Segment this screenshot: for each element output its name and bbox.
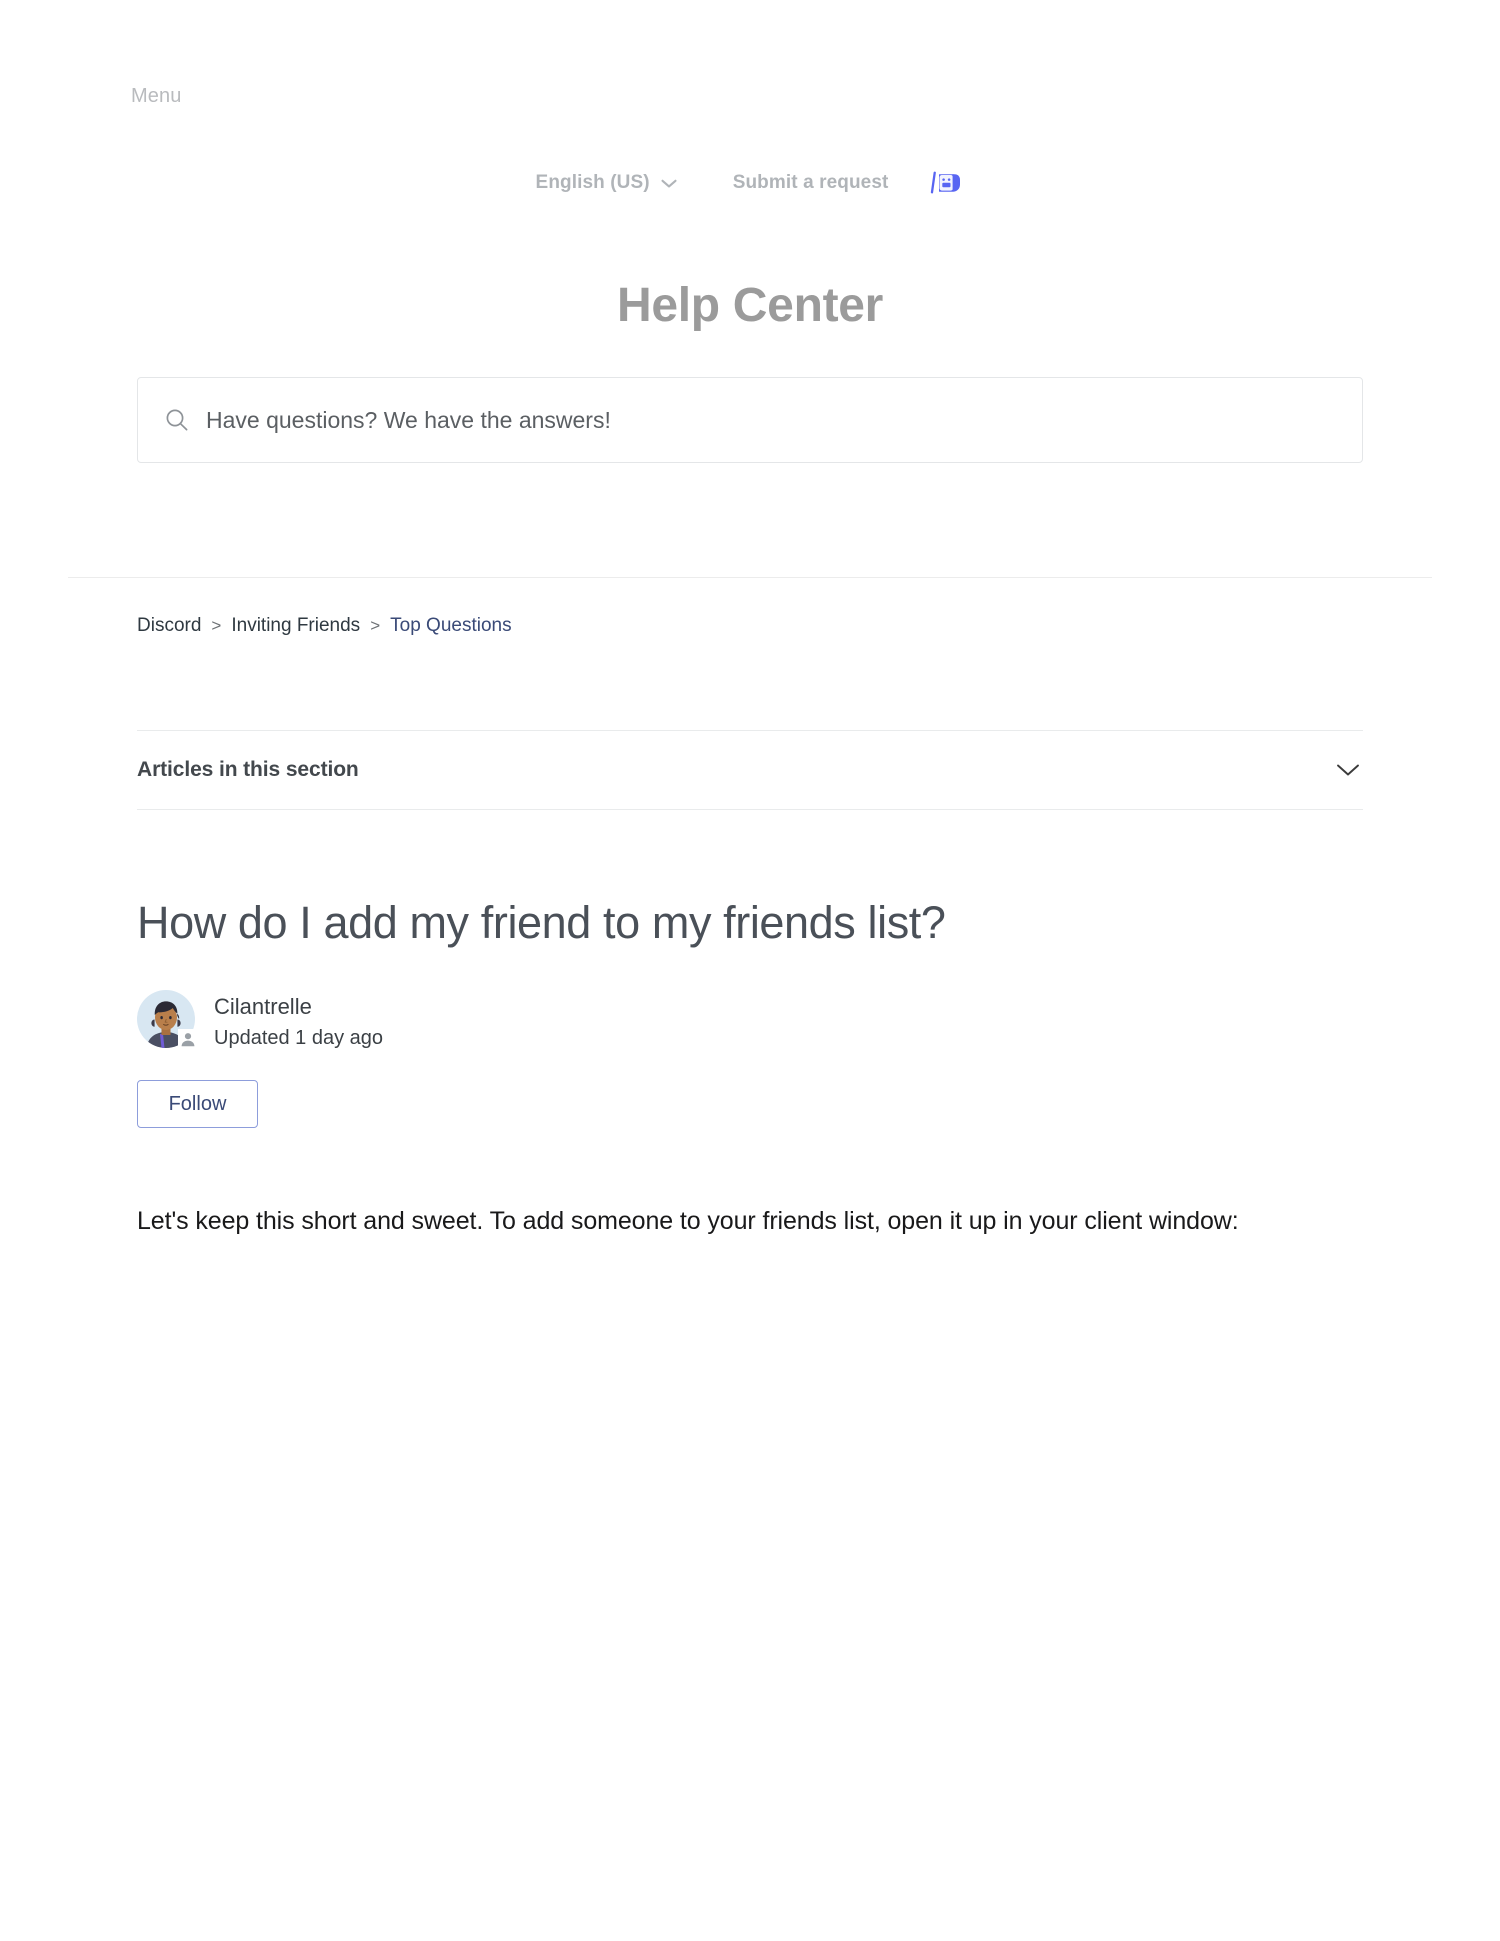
section-bottom-rule [137,809,1363,810]
search-box[interactable] [137,377,1363,463]
article-body: Let's keep this short and sweet. To add … [137,1207,1239,1235]
header-divider [68,577,1432,578]
chevron-down-icon [661,179,677,189]
page-title: Help Center [616,279,884,332]
search-input[interactable] [206,400,1336,440]
author-name: Cilantrelle [214,994,312,1019]
articles-in-section: Articles in this section [137,730,1363,810]
article-title: How do I add my friend to my friends lis… [137,897,946,948]
breadcrumb: Discord > Inviting Friends > Top Questio… [137,614,512,638]
person-badge-icon [178,1029,198,1049]
avatar [137,990,198,1049]
breadcrumb-item-inviting-friends[interactable]: Inviting Friends [231,614,360,638]
chevron-down-icon[interactable] [1335,762,1361,778]
articles-in-section-label: Articles in this section [137,758,359,781]
language-selector-label: English (US) [535,172,650,193]
articles-in-section-toggle[interactable]: Articles in this section [137,731,1363,809]
follow-button[interactable]: Follow [137,1080,258,1128]
discord-wumpus-icon[interactable] [930,170,964,196]
help-center-page: Menu English (US) Submit a request Help … [0,0,1500,1941]
breadcrumb-item-discord[interactable]: Discord [137,614,201,638]
language-selector[interactable]: English (US) [536,170,677,196]
submit-request-link[interactable]: Submit a request [733,172,889,194]
article-updated-timestamp: Updated 1 day ago [214,1027,384,1049]
utility-nav: English (US) Submit a request [0,170,1500,196]
search-icon [164,407,190,433]
breadcrumb-separator: > [211,616,222,635]
article-author: Cilantrelle Updated 1 day ago [137,990,383,1053]
breadcrumb-item-top-questions[interactable]: Top Questions [390,614,511,638]
menu-button[interactable]: Menu [131,82,181,110]
breadcrumb-separator: > [370,616,381,635]
